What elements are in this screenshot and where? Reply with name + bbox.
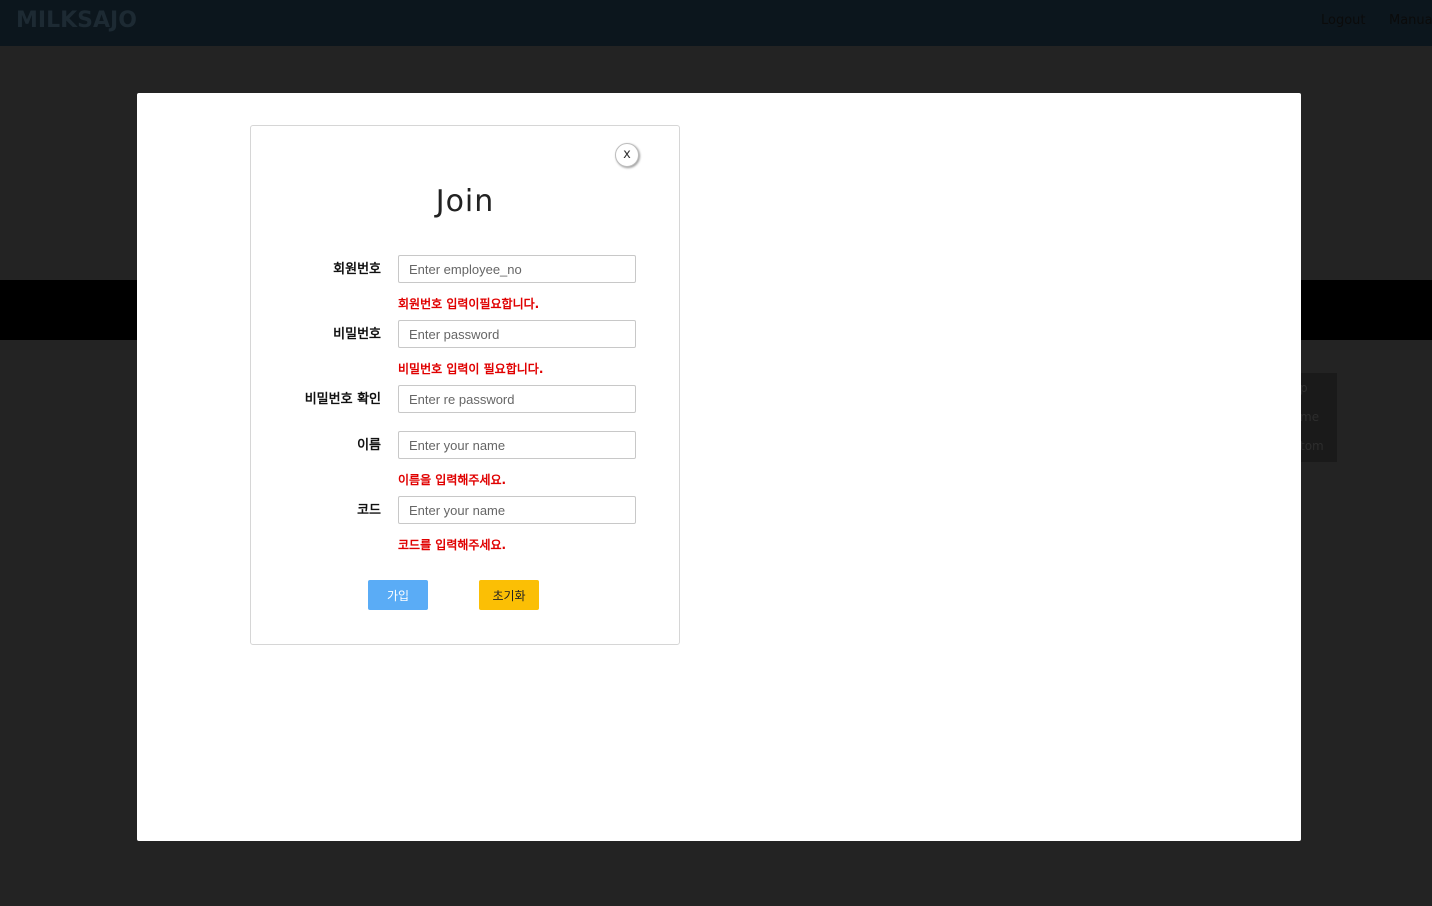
password-error: 비밀번호 입력이 필요합니다.: [398, 362, 544, 376]
employee-no-input[interactable]: [398, 255, 636, 283]
close-button[interactable]: x: [615, 143, 639, 167]
password-confirm-input[interactable]: [398, 385, 636, 413]
side-menu-item[interactable]: tom: [1300, 439, 1324, 453]
manual-link[interactable]: Manual: [1389, 13, 1432, 28]
brand-logo[interactable]: MILKSAJO: [16, 8, 137, 33]
join-form-card: x Join 회원번호 회원번호 입력이필요합니다. 비밀번호 비밀번호 입력이…: [250, 125, 680, 645]
code-error: 코드를 입력해주세요.: [398, 538, 507, 552]
name-label: 이름: [357, 438, 381, 453]
logout-link[interactable]: Logout: [1321, 13, 1366, 28]
password-input[interactable]: [398, 320, 636, 348]
background-side-menu: p me tom: [1300, 373, 1337, 462]
side-menu-item[interactable]: me: [1300, 410, 1319, 424]
code-input[interactable]: [398, 496, 636, 524]
name-error: 이름을 입력해주세요.: [398, 473, 507, 487]
employee-no-error: 회원번호 입력이필요합니다.: [398, 297, 540, 311]
join-button[interactable]: 가입: [368, 580, 428, 610]
password-confirm-label: 비밀번호 확인: [304, 392, 381, 407]
top-navbar: MILKSAJO Logout Manual: [0, 0, 1432, 46]
name-input[interactable]: [398, 431, 636, 459]
modal-overlay: x Join 회원번호 회원번호 입력이필요합니다. 비밀번호 비밀번호 입력이…: [137, 93, 1301, 841]
code-label: 코드: [357, 503, 381, 518]
reset-button[interactable]: 초기화: [479, 580, 539, 610]
password-label: 비밀번호: [333, 327, 381, 342]
side-menu-item[interactable]: p: [1300, 381, 1308, 395]
form-title: Join: [435, 184, 495, 219]
employee-no-label: 회원번호: [333, 262, 381, 277]
